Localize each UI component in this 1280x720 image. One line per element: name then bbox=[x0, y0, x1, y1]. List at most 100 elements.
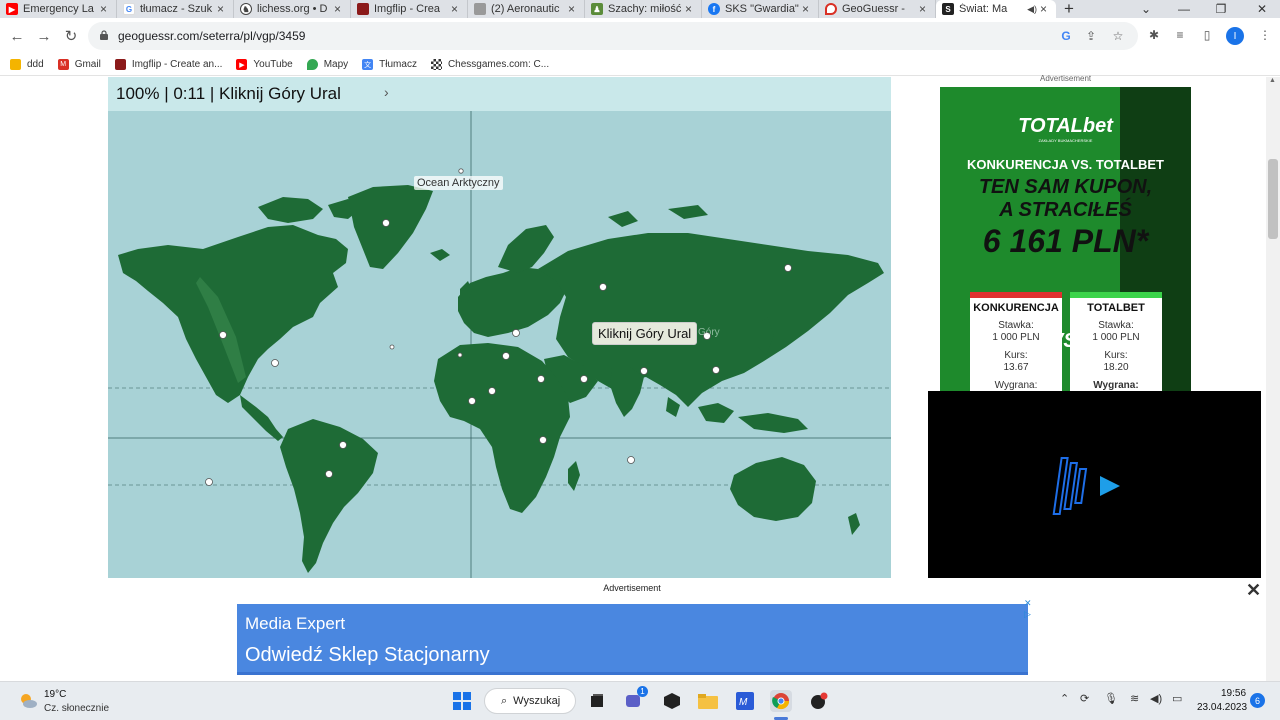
tab-5[interactable]: ♟ Szachy: miłość × bbox=[585, 0, 702, 18]
close-icon[interactable]: × bbox=[1040, 2, 1050, 16]
google-translate-icon[interactable]: G bbox=[1058, 28, 1074, 44]
page-content: 100% | 0:11 | Kliknij Góry Ural › Ocean … bbox=[0, 74, 1280, 681]
clock-time[interactable]: 19:56 bbox=[1221, 688, 1246, 699]
volume-icon[interactable]: ◀) bbox=[1150, 692, 1162, 705]
tab-0[interactable]: ▶ Emergency La × bbox=[0, 0, 117, 18]
close-icon[interactable]: × bbox=[802, 2, 812, 16]
bookmark-item[interactable]: Mapy bbox=[306, 59, 349, 70]
app-icon[interactable] bbox=[661, 690, 683, 712]
tab-4[interactable]: (2) Aeronautic × bbox=[468, 0, 585, 18]
logo-subtitle: ZAKŁADY BUKMACHERSKIE bbox=[1038, 138, 1093, 143]
battery-icon[interactable]: ▭ bbox=[1172, 692, 1182, 705]
task-view-icon[interactable] bbox=[586, 690, 608, 712]
video-player[interactable] bbox=[928, 391, 1261, 578]
page-icon bbox=[474, 3, 486, 15]
ocean-label: Ocean Arktyczny bbox=[414, 176, 503, 190]
new-tab-button[interactable]: + bbox=[1056, 0, 1082, 18]
map-game[interactable]: 100% | 0:11 | Kliknij Góry Ural › Ocean … bbox=[108, 77, 891, 578]
editor-app-icon[interactable]: M bbox=[734, 690, 756, 712]
profile-avatar[interactable]: I bbox=[1226, 27, 1244, 45]
tab-8-active[interactable]: S Świat: Ma ◀) × bbox=[936, 0, 1056, 18]
vs-label: VS. bbox=[1050, 330, 1083, 352]
close-icon[interactable]: × bbox=[919, 2, 929, 16]
chrome-icon[interactable] bbox=[770, 690, 792, 712]
extensions-icon[interactable]: ✱ bbox=[1146, 27, 1162, 43]
close-icon[interactable]: × bbox=[100, 2, 110, 16]
close-window-button[interactable]: ✕ bbox=[1244, 0, 1280, 18]
tab-1[interactable]: Gtłumacz - Szuk × bbox=[117, 0, 234, 18]
bookmark-star-icon[interactable]: ☆ bbox=[1110, 28, 1126, 44]
wifi-icon[interactable]: ≋ bbox=[1130, 692, 1139, 705]
reload-icon[interactable]: ↻ bbox=[62, 27, 80, 45]
menu-icon[interactable]: ⋮ bbox=[1257, 27, 1273, 43]
bookmark-item[interactable]: Chessgames.com: C... bbox=[430, 59, 550, 70]
chevron-right-icon[interactable]: › bbox=[384, 84, 389, 100]
tab-2[interactable]: ♞ lichess.org • D × bbox=[234, 0, 351, 18]
youtube-icon: ▶ bbox=[236, 59, 248, 70]
close-ad-button[interactable]: ✕ bbox=[1246, 580, 1261, 601]
card-name: KONKURENCJA bbox=[973, 302, 1059, 314]
show-hidden-icons[interactable]: ⌃ bbox=[1060, 692, 1069, 705]
win-label: Wygrana: bbox=[994, 380, 1038, 391]
taskbar: 19°C Cz. słonecznie ⌕ Wyszukaj 1 M ⌃ ⟳ 🎙 … bbox=[0, 681, 1280, 720]
totalbet-ad[interactable]: TOTALbet ZAKŁADY BUKMACHERSKIE KONKURENC… bbox=[940, 87, 1191, 392]
tab-3[interactable]: Imgflip - Crea × bbox=[351, 0, 468, 18]
sync-icon[interactable]: ⟳ bbox=[1080, 692, 1089, 705]
scrollbar[interactable]: ▲ bbox=[1266, 77, 1280, 681]
bookmark-item[interactable]: ▶ YouTube bbox=[236, 59, 293, 70]
back-icon[interactable]: ← bbox=[8, 27, 26, 45]
bookmark-item[interactable]: Imgflip - Create an... bbox=[114, 59, 222, 70]
bookmark-item[interactable]: ddd bbox=[10, 59, 44, 70]
scroll-up-icon[interactable]: ▲ bbox=[1269, 77, 1276, 84]
bookmark-item[interactable]: M Gmail bbox=[57, 59, 101, 70]
close-icon[interactable]: × bbox=[217, 2, 227, 16]
stake-value: 1 000 PLN bbox=[1092, 332, 1140, 343]
tab-title: (2) Aeronautic bbox=[491, 3, 560, 15]
odds-label: Kurs: bbox=[1004, 350, 1028, 361]
minimize-button[interactable]: — bbox=[1166, 0, 1202, 18]
totalbet-card: TOTALBET Stawka: 1 000 PLN Kurs: 18.20 Wyg… bbox=[1070, 292, 1162, 392]
weather-sun-icon[interactable] bbox=[17, 690, 39, 712]
bookmark-label: Mapy bbox=[323, 59, 349, 70]
side-panel-icon[interactable]: ▯ bbox=[1199, 27, 1215, 43]
app-icon-2[interactable] bbox=[808, 690, 830, 712]
bookmark-label: Chessgames.com: C... bbox=[447, 59, 550, 70]
close-icon[interactable]: × bbox=[568, 2, 578, 16]
lichess-icon: ♞ bbox=[240, 3, 252, 15]
tab-7[interactable]: GeoGuessr - × bbox=[819, 0, 936, 18]
ad-brand: Media Expert bbox=[245, 614, 346, 633]
share-icon[interactable]: ⇪ bbox=[1083, 28, 1099, 44]
taskbar-search[interactable]: ⌕ Wyszukaj bbox=[484, 688, 576, 714]
bookmark-item[interactable]: 文 Tłumacz bbox=[362, 59, 417, 70]
maximize-button[interactable]: ❐ bbox=[1203, 0, 1239, 18]
reading-list-icon[interactable]: ≡ bbox=[1172, 27, 1188, 43]
address-bar[interactable]: geoguessr.com/seterra/pl/vgp/3459 G ⇪ ☆ bbox=[88, 22, 1138, 50]
file-explorer-icon[interactable] bbox=[697, 690, 719, 712]
world-map[interactable] bbox=[108, 77, 891, 578]
adchoices-icon[interactable]: ✕ ▷ bbox=[1024, 598, 1032, 620]
tab-search-icon[interactable]: ⌄ bbox=[1128, 0, 1164, 18]
facebook-icon: f bbox=[708, 3, 720, 15]
speaker-icon[interactable]: ◀) bbox=[1027, 4, 1037, 15]
close-icon[interactable]: × bbox=[334, 2, 344, 16]
clock-date[interactable]: 23.04.2023 bbox=[1197, 702, 1247, 713]
media-expert-ad[interactable]: Media Expert Odwiedź Sklep Stacjonarny bbox=[237, 604, 1028, 675]
windows-start-icon[interactable] bbox=[451, 690, 473, 712]
google-icon: G bbox=[123, 3, 135, 15]
teams-chat-icon[interactable]: 1 bbox=[623, 686, 648, 712]
forward-icon[interactable]: → bbox=[35, 27, 53, 45]
scrollbar-thumb[interactable] bbox=[1268, 159, 1278, 239]
close-icon[interactable]: × bbox=[451, 2, 461, 16]
search-label: Wyszukaj bbox=[513, 695, 561, 707]
microphone-icon[interactable]: 🎙 bbox=[1104, 692, 1118, 705]
search-icon: ⌕ bbox=[501, 694, 508, 707]
maps-icon bbox=[306, 59, 318, 70]
weather-temp: 19°C bbox=[44, 689, 67, 700]
close-icon[interactable]: × bbox=[685, 2, 695, 16]
tab-strip: ▶ Emergency La × Gtłumacz - Szuk × ♞ lichess… bbox=[0, 0, 1280, 18]
notification-badge[interactable]: 6 bbox=[1250, 693, 1265, 708]
stake-value: 1 000 PLN bbox=[992, 332, 1040, 343]
bookmark-label: Tłumacz bbox=[379, 59, 417, 70]
chess-icon: ♟ bbox=[591, 3, 603, 15]
tab-6[interactable]: f SKS "Gwardia" × bbox=[702, 0, 819, 18]
